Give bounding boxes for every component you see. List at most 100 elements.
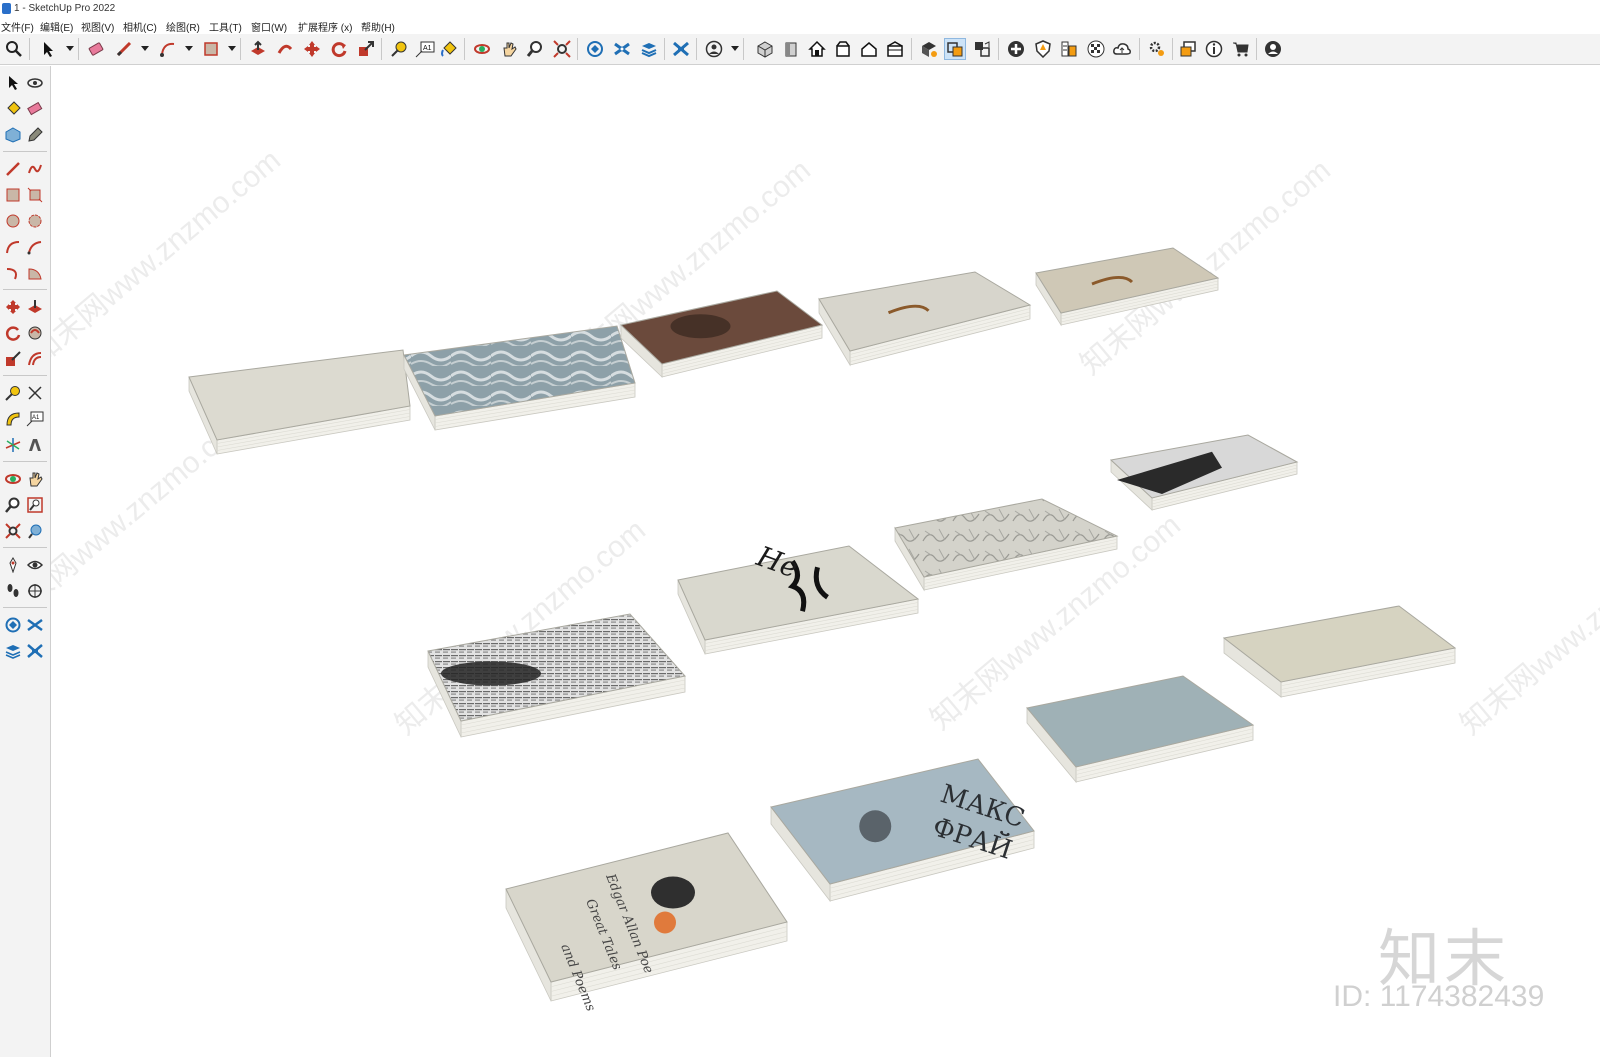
scene-icon[interactable] (971, 38, 993, 60)
component-icon[interactable] (918, 38, 940, 60)
select-icon[interactable] (37, 38, 59, 60)
rotate-icon[interactable] (2, 322, 24, 344)
layers-icon[interactable] (638, 38, 660, 60)
user-icon[interactable] (703, 38, 725, 60)
position-camera-icon[interactable] (2, 554, 24, 576)
line-icon[interactable] (113, 38, 135, 60)
tag-icon[interactable] (24, 124, 46, 146)
book-plain-blue[interactable] (1026, 675, 1255, 784)
offset-icon[interactable] (24, 348, 46, 370)
drawing-area[interactable]: 知末网www.znzmo.com 知末网www.znzmo.com 知末网www… (51, 66, 1600, 1057)
menu-edit[interactable]: 编辑(E) (40, 19, 73, 34)
book-bw-photo[interactable] (1109, 434, 1299, 511)
layers-icon[interactable] (2, 640, 24, 662)
account-icon[interactable] (1262, 38, 1284, 60)
section-plane-icon[interactable] (24, 580, 46, 602)
line-icon[interactable] (2, 158, 24, 180)
paint-bucket-icon[interactable] (438, 38, 460, 60)
line-dropdown-icon[interactable] (141, 46, 149, 51)
walk-icon[interactable] (2, 580, 24, 602)
menu-view[interactable]: 视图(V) (81, 19, 114, 34)
book-newspaper[interactable] (427, 613, 686, 738)
rectangle-icon[interactable] (2, 184, 24, 206)
arc-icon[interactable] (2, 236, 24, 258)
eraser-icon[interactable] (85, 38, 107, 60)
zoom-tool-icon[interactable] (2, 494, 24, 516)
back-view-icon[interactable] (884, 38, 906, 60)
book-marble-blue[interactable] (403, 325, 636, 431)
solid-icon[interactable] (944, 38, 966, 60)
warehouse-icon[interactable] (2, 124, 24, 146)
select-icon[interactable] (2, 72, 24, 94)
circle-icon[interactable] (2, 210, 24, 232)
text-icon[interactable]: A1 (414, 38, 436, 60)
look-around-icon[interactable] (24, 554, 46, 576)
warehouse-3d-icon[interactable] (2, 614, 24, 636)
checker-icon[interactable] (1085, 38, 1107, 60)
scale-icon[interactable] (2, 348, 24, 370)
zoom-icon[interactable] (3, 38, 25, 60)
follow-me-icon[interactable] (24, 322, 46, 344)
three-point-arc-icon[interactable] (2, 262, 24, 284)
push-pull-icon[interactable] (24, 296, 46, 318)
cloud-icon[interactable] (1111, 38, 1133, 60)
add-location-icon[interactable] (1005, 38, 1027, 60)
menu-file[interactable]: 文件(F) (1, 19, 34, 34)
3d-text-icon[interactable] (24, 434, 46, 456)
freehand-icon[interactable] (24, 158, 46, 180)
iso-view-icon[interactable] (754, 38, 776, 60)
book-plain-cream-2[interactable] (1222, 605, 1457, 698)
push-pull-icon[interactable] (247, 38, 269, 60)
eraser-icon[interactable] (24, 98, 46, 120)
window-icon[interactable] (1177, 38, 1199, 60)
shape-dropdown-icon[interactable] (228, 46, 236, 51)
zoom-window-icon[interactable] (24, 494, 46, 516)
home-icon[interactable] (806, 38, 828, 60)
polygon-icon[interactable] (24, 210, 46, 232)
rotated-rectangle-icon[interactable] (24, 184, 46, 206)
arc-dropdown-icon[interactable] (185, 46, 193, 51)
front-view-icon[interactable] (780, 38, 802, 60)
shield-icon[interactable] (1032, 38, 1054, 60)
menu-camera[interactable]: 相机(C) (123, 19, 157, 34)
menu-draw[interactable]: 绘图(R) (166, 19, 200, 34)
house-icon[interactable] (858, 38, 880, 60)
menu-tools[interactable]: 工具(T) (209, 19, 242, 34)
orbit-icon[interactable] (471, 38, 493, 60)
arc-icon[interactable] (157, 38, 179, 60)
previous-view-icon[interactable] (24, 520, 46, 542)
zoom-tool-icon[interactable] (524, 38, 546, 60)
tape-measure-icon[interactable] (388, 38, 410, 60)
protractor-icon[interactable] (2, 408, 24, 430)
cart-icon[interactable] (1230, 38, 1252, 60)
paint-bucket-icon[interactable] (2, 98, 24, 120)
section-icon[interactable] (24, 640, 46, 662)
zoom-extents-icon[interactable] (551, 38, 573, 60)
menu-extensions[interactable]: 扩展程序 (x) (298, 19, 352, 34)
book-grey-ink[interactable] (818, 271, 1032, 367)
pan-icon[interactable] (498, 38, 520, 60)
select-dropdown-icon[interactable] (66, 46, 74, 51)
book-plain-cream-1[interactable] (188, 349, 411, 455)
move-icon[interactable] (2, 296, 24, 318)
top-view-icon[interactable] (832, 38, 854, 60)
two-point-arc-icon[interactable] (24, 236, 46, 258)
style-icon[interactable] (1058, 38, 1080, 60)
info-icon[interactable] (1203, 38, 1225, 60)
tape-measure-icon[interactable] (2, 382, 24, 404)
rotate-icon[interactable] (328, 38, 350, 60)
warehouse-icon[interactable] (584, 38, 606, 60)
section-icon[interactable] (670, 38, 692, 60)
follow-me-icon[interactable] (274, 38, 296, 60)
pan-icon[interactable] (24, 468, 46, 490)
settings-icon[interactable] (1146, 38, 1168, 60)
menu-help[interactable]: 帮助(H) (361, 19, 395, 34)
axes-icon[interactable] (2, 434, 24, 456)
book-poe[interactable] (505, 832, 788, 1002)
text-icon[interactable]: A1 (24, 408, 46, 430)
scale-icon[interactable] (355, 38, 377, 60)
user-dropdown-icon[interactable] (731, 46, 739, 51)
sandbox-icon[interactable] (611, 38, 633, 60)
move-icon[interactable] (301, 38, 323, 60)
dimension-icon[interactable] (24, 382, 46, 404)
